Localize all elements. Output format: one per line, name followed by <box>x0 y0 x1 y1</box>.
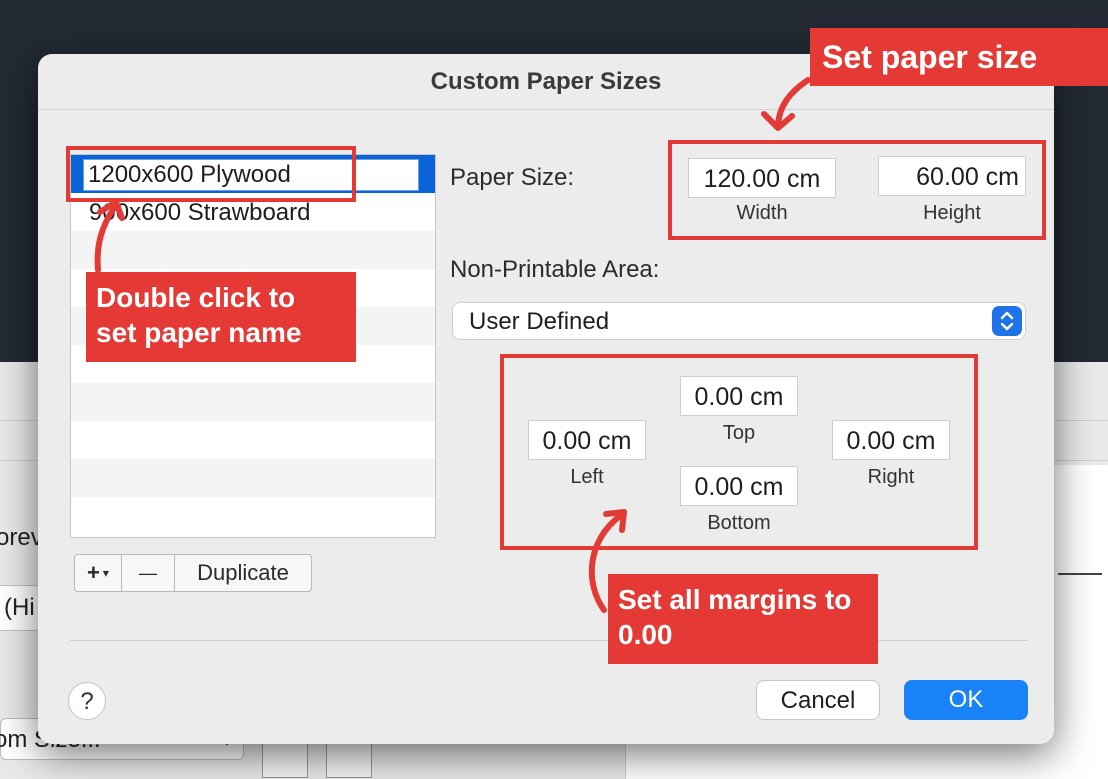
arrow-to-margins-icon <box>588 509 627 613</box>
arrow-to-paper-size-icon <box>761 77 811 131</box>
arrow-to-paper-name-icon <box>94 199 125 273</box>
annotation-arrows <box>94 77 811 613</box>
